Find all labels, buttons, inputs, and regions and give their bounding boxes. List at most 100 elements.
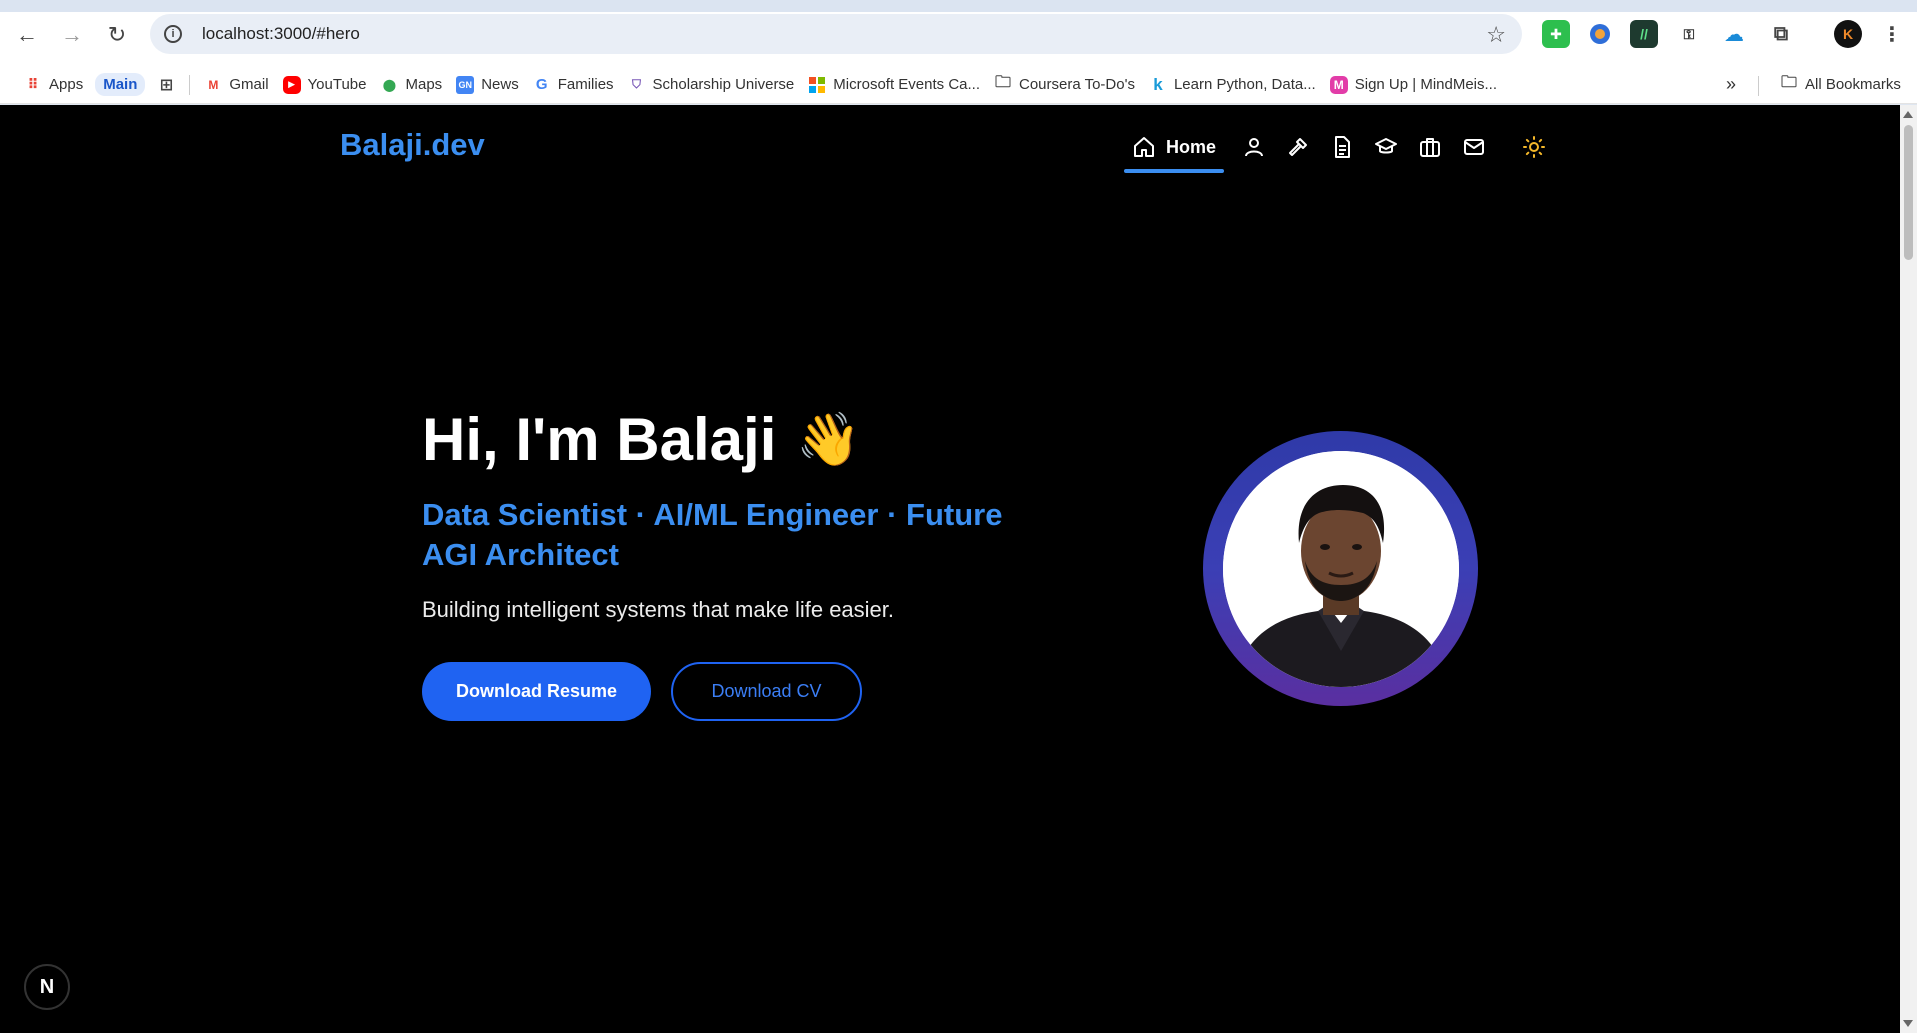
bookmark-label: All Bookmarks xyxy=(1805,76,1901,93)
hero-description: Building intelligent systems that make l… xyxy=(422,597,895,622)
bookmark-label: Maps xyxy=(405,76,443,93)
bookmark-divider xyxy=(189,74,191,95)
mail-icon xyxy=(1464,139,1485,155)
bookmark-apps[interactable]: ⠿ Apps xyxy=(24,76,84,94)
site-logo[interactable]: Balaji.dev xyxy=(340,127,485,163)
mindmeister-icon: M xyxy=(1329,75,1348,94)
hero-title: Hi, I'm Balaji 👋 xyxy=(422,405,861,474)
bookmark-microsoft-events[interactable]: Microsoft Events Ca... xyxy=(808,76,980,94)
nav-skills[interactable] xyxy=(1276,127,1320,167)
download-cv-button[interactable]: Download CV xyxy=(671,662,862,721)
home-icon xyxy=(1134,137,1154,157)
nav-contact[interactable] xyxy=(1452,127,1496,167)
scroll-up-arrow-icon[interactable] xyxy=(1903,111,1913,118)
bookmark-news[interactable]: GN News xyxy=(456,75,519,94)
hero-title-text: Hi, I'm Balaji xyxy=(422,406,777,473)
hammer-icon xyxy=(1289,138,1308,156)
profile-photo-ring xyxy=(1203,431,1478,706)
bookmark-label: Sign Up | MindMeis... xyxy=(1354,76,1498,93)
page-scrollbar[interactable] xyxy=(1900,105,1917,1033)
nav-home[interactable]: Home xyxy=(1122,127,1226,173)
bookmark-learn-python[interactable]: k Learn Python, Data... xyxy=(1149,74,1316,94)
forward-button[interactable]: → xyxy=(55,18,89,52)
google-icon: G xyxy=(535,76,548,93)
bookmark-main[interactable]: Main xyxy=(95,73,146,96)
scroll-down-arrow-icon[interactable] xyxy=(1903,1020,1913,1027)
download-resume-button[interactable]: Download Resume xyxy=(422,662,651,721)
arrow-right-icon: → xyxy=(61,22,83,47)
extensions-puzzle-icon[interactable]: ⧉ xyxy=(1767,20,1795,48)
waving-hand-emoji: 👋 xyxy=(796,411,862,469)
arrow-left-icon: ← xyxy=(16,22,38,47)
tab-groups-icon: ⊞ xyxy=(159,76,174,94)
bookmark-families[interactable]: G Families xyxy=(533,76,614,94)
profile-initial: K xyxy=(1842,26,1854,42)
bookmarks-bar: ⠿ Apps Main ⊞ M Gmail ▶ YouTube ⬤ Maps G… xyxy=(0,66,1917,104)
bookmark-coursera-todos[interactable]: 🗀 Coursera To-Do's xyxy=(994,74,1135,94)
briefcase-icon xyxy=(1420,138,1441,157)
bookmark-tab-groups[interactable]: ⊞ xyxy=(157,76,175,94)
bookmark-label: YouTube xyxy=(307,76,367,93)
bookmark-youtube[interactable]: ▶ YouTube xyxy=(282,75,367,94)
scrollbar-thumb[interactable] xyxy=(1904,125,1913,260)
bookmark-label: Scholarship Universe xyxy=(652,76,795,93)
onedrive-icon[interactable]: ☁ xyxy=(1720,20,1748,48)
bookmark-label: Apps xyxy=(49,76,84,93)
nav-resume[interactable] xyxy=(1320,127,1364,167)
theme-toggle-button[interactable] xyxy=(1512,127,1556,167)
extension-globe-icon[interactable] xyxy=(1586,20,1614,48)
maps-icon: ⬤ xyxy=(382,77,397,92)
address-bar[interactable]: i localhost:3000/#hero ☆ xyxy=(150,14,1522,54)
menu-kebab-icon[interactable]: ⋮ xyxy=(1878,20,1906,48)
profile-avatar[interactable]: K xyxy=(1834,20,1862,48)
all-bookmarks-button[interactable]: 🗀 All Bookmarks xyxy=(1780,74,1901,94)
site-info-icon[interactable]: i xyxy=(164,25,182,43)
bookmark-label: Main xyxy=(95,73,146,96)
bookmark-label: Families xyxy=(557,76,614,93)
bookmarks-overflow-button[interactable]: » xyxy=(1726,74,1736,95)
bookmark-scholarship-universe[interactable]: ⛉ Scholarship Universe xyxy=(628,76,795,94)
nav-about[interactable] xyxy=(1232,127,1276,167)
browser-toolbar: ← → ↻ i localhost:3000/#hero ☆ ✚ // ⚿ ☁ … xyxy=(0,0,1917,66)
bookmark-divider xyxy=(1758,76,1759,96)
document-icon xyxy=(1335,136,1351,158)
extension-v-icon[interactable]: // xyxy=(1630,20,1658,48)
hero-subtitle: Data Scientist · AI/ML Engineer · Future… xyxy=(422,497,1003,572)
folder-icon: 🗀 xyxy=(994,74,1011,91)
youtube-icon: ▶ xyxy=(282,75,301,94)
microsoft-icon xyxy=(808,76,826,94)
apps-grid-icon: ⠿ xyxy=(27,76,39,92)
folder-icon: 🗀 xyxy=(1780,74,1797,91)
k-icon: k xyxy=(1153,74,1163,94)
site-nav: Home xyxy=(1122,127,1556,173)
extension-key-icon[interactable]: ⚿ xyxy=(1675,20,1703,48)
person-portrait-image xyxy=(1222,450,1459,687)
nextjs-dev-badge[interactable]: N xyxy=(24,964,70,1010)
bookmark-mindmeister[interactable]: M Sign Up | MindMeis... xyxy=(1329,75,1498,94)
back-button[interactable]: ← xyxy=(10,18,44,52)
bookmark-maps[interactable]: ⬤ Maps xyxy=(381,76,443,94)
bookmark-label: Gmail xyxy=(229,76,269,93)
reload-icon: ↻ xyxy=(107,22,127,47)
bookmark-star-icon[interactable]: ☆ xyxy=(1486,22,1506,48)
portfolio-page: Balaji.dev Home Hi, I'm Balaji 👋 Data Sc… xyxy=(0,105,1900,1033)
profile-photo xyxy=(1222,450,1459,687)
bookmark-label: Learn Python, Data... xyxy=(1173,76,1316,93)
nav-education[interactable] xyxy=(1364,127,1408,167)
url-text[interactable]: localhost:3000/#hero xyxy=(202,24,360,44)
graduation-cap-icon xyxy=(1375,138,1398,154)
sun-icon xyxy=(1523,136,1546,158)
bookmark-label: Microsoft Events Ca... xyxy=(833,76,980,93)
reload-button[interactable]: ↻ xyxy=(100,18,134,52)
nav-projects[interactable] xyxy=(1408,127,1452,167)
nav-home-label: Home xyxy=(1166,136,1217,157)
news-icon: GN xyxy=(456,75,475,94)
bookmark-label: Coursera To-Do's xyxy=(1019,76,1135,93)
scholarship-icon: ⛉ xyxy=(632,77,642,91)
gmail-icon: M xyxy=(208,77,219,92)
chevron-double-right-icon: » xyxy=(1726,74,1737,94)
user-icon xyxy=(1245,138,1264,157)
extension-green-icon[interactable]: ✚ xyxy=(1542,20,1570,48)
bookmark-label: News xyxy=(481,76,519,93)
bookmark-gmail[interactable]: M Gmail xyxy=(204,76,268,94)
